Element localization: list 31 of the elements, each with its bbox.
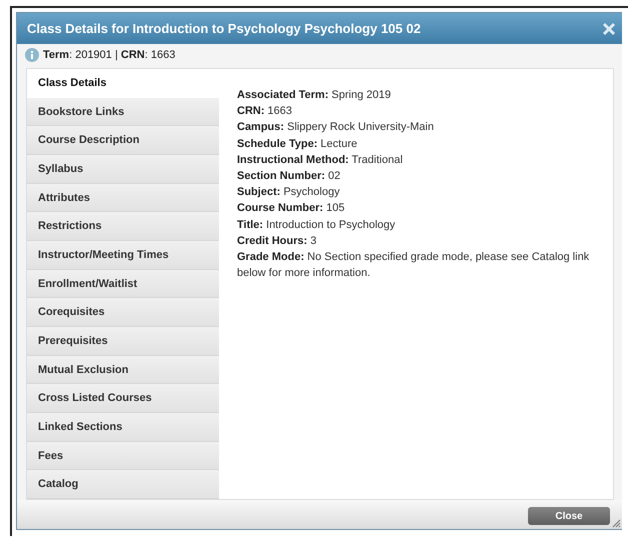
detail-line: Associated Term: Spring 2019 [237, 88, 392, 103]
detail-line: Schedule Type: Lecture [237, 136, 358, 152]
tab[interactable]: Attributes [27, 184, 219, 212]
detail-line: Instructional Method: Traditional [237, 152, 404, 168]
tab[interactable]: Bookstore Links [27, 98, 219, 126]
resize-grip-icon[interactable] [612, 519, 621, 528]
tab[interactable]: Syllabus [27, 155, 219, 184]
detail-line: CRN: 1663 [237, 104, 294, 120]
tab[interactable]: Cross Listed Courses [27, 384, 219, 414]
detail-line: Credit Hours: 3 [237, 234, 318, 249]
detail-line: Title: Introduction to Psychology [237, 218, 396, 233]
tab[interactable]: Restrictions [27, 212, 219, 242]
tab[interactable]: Corequisites [27, 298, 219, 328]
tab[interactable]: Prerequisites [27, 327, 219, 356]
tab[interactable]: Catalog [27, 470, 219, 500]
detail-line: Subject: Psychology [237, 185, 341, 200]
term-crn-text: Term: 201901 | CRN: 1663 [43, 49, 176, 61]
detail-line: Section Number: 02 [237, 169, 342, 184]
close-icon[interactable] [602, 22, 616, 36]
tab[interactable]: Fees [27, 442, 219, 470]
detail-line: Campus: Slippery Rock University-Main [237, 120, 435, 136]
tab[interactable]: Linked Sections [27, 413, 219, 442]
detail-line: Course Number: 105 [237, 201, 346, 216]
tab[interactable]: Course Description [27, 126, 219, 156]
tab[interactable]: Instructor/Meeting Times [27, 241, 219, 270]
tab[interactable]: Enrollment/Waitlist [27, 270, 219, 298]
info-icon [25, 48, 39, 62]
tab[interactable]: Mutual Exclusion [27, 356, 219, 384]
close-button[interactable]: Close [528, 507, 610, 525]
detail-line: Grade Mode: No Section specified grade mode, please see Catalog link below for more information. [237, 250, 590, 282]
dialog-title: Class Details for Introduction to Psychology Psychology 105 02 [27, 21, 421, 36]
